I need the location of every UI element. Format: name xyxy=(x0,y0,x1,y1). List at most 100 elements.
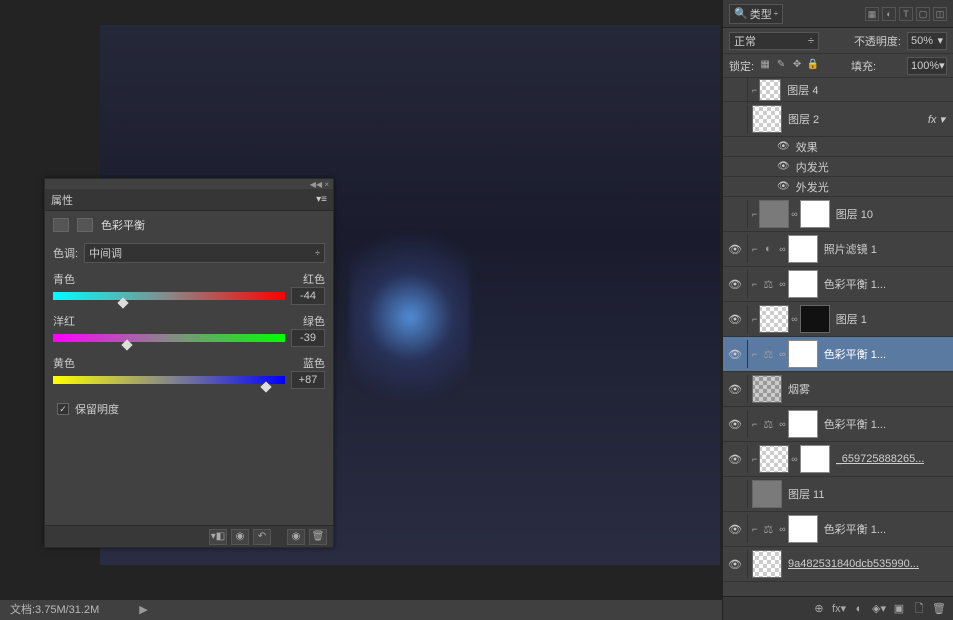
layer-name[interactable]: 色彩平衡 1... xyxy=(824,521,886,537)
slider-handle-2[interactable] xyxy=(122,339,133,350)
visibility-toggle[interactable]: 👁 xyxy=(725,348,745,361)
visibility-toggle[interactable]: 👁 xyxy=(725,313,745,326)
layer-thumb[interactable] xyxy=(752,105,782,133)
layer-row[interactable]: 👁⌐⚖∞色彩平衡 1... xyxy=(723,512,953,547)
visibility-toggle[interactable]: 👁 xyxy=(725,278,745,291)
layer-name[interactable]: 图层 1 xyxy=(836,311,867,327)
layer-row[interactable]: 👁⌐⚖∞色彩平衡 1... xyxy=(723,267,953,302)
layer-name[interactable]: 9a482531840dcb535990... xyxy=(788,558,919,570)
layer-mask-thumb[interactable] xyxy=(788,235,818,263)
tone-select[interactable]: 中间调 ÷ xyxy=(84,243,325,263)
layer-name[interactable]: 烟雾 xyxy=(788,381,810,397)
visibility-toggle[interactable]: 👁 xyxy=(725,383,745,396)
layer-row[interactable]: 👁⌐∞图层 1 xyxy=(723,302,953,337)
fx-line[interactable]: 👁效果 xyxy=(723,137,953,157)
layer-style-icon[interactable]: fx▾ xyxy=(831,601,847,617)
layer-list[interactable]: 👁⌐图层 4👁图层 2fx ▾👁效果👁内发光👁外发光👁⌐∞图层 10👁⌐◐∞照片… xyxy=(723,78,953,596)
slider-track-2[interactable] xyxy=(53,334,285,342)
fx-line[interactable]: 👁外发光 xyxy=(723,177,953,197)
collapse-icon[interactable]: ◀◀ × xyxy=(310,180,329,189)
filter-pixel-icon[interactable]: ▦ xyxy=(865,7,879,21)
slider-track-1[interactable] xyxy=(53,292,285,300)
layer-mask-icon[interactable]: ◐ xyxy=(851,601,867,617)
new-layer-icon[interactable]: 🗋 xyxy=(911,601,927,617)
visibility-toggle[interactable]: 👁 xyxy=(725,208,745,221)
layer-name[interactable]: 照片滤镜 1 xyxy=(824,241,877,257)
layer-name[interactable]: 图层 11 xyxy=(788,486,824,502)
filter-type-select[interactable]: 🔍 类型 ÷ xyxy=(729,4,783,24)
layer-row[interactable]: 👁图层 2fx ▾ xyxy=(723,102,953,137)
visibility-toggle[interactable]: 👁 xyxy=(725,523,745,536)
layer-row[interactable]: 👁 烟雾 xyxy=(723,372,953,407)
opacity-input[interactable]: 50% ▾ xyxy=(907,32,947,50)
visibility-toggle[interactable]: 👁 xyxy=(725,558,745,571)
toggle-visibility-icon[interactable]: ◉ xyxy=(287,529,305,545)
filter-type-icon[interactable]: T xyxy=(899,7,913,21)
layer-mask-thumb[interactable] xyxy=(800,305,830,333)
blend-mode-select[interactable]: 正常 ÷ xyxy=(729,32,819,50)
mask-icon[interactable] xyxy=(77,218,93,232)
layer-row[interactable]: 👁⌐图层 4 xyxy=(723,78,953,102)
layer-row[interactable]: 👁⌐◐∞照片滤镜 1 xyxy=(723,232,953,267)
layer-row[interactable]: 👁⌐∞图层 10 xyxy=(723,197,953,232)
layer-row[interactable]: 👁⌐∞_659725888265... xyxy=(723,442,953,477)
visibility-toggle[interactable]: 👁 xyxy=(725,83,745,96)
filter-shape-icon[interactable]: ▢ xyxy=(916,7,930,21)
filter-adjust-icon[interactable]: ◐ xyxy=(882,7,896,21)
visibility-toggle[interactable]: 👁 xyxy=(725,418,745,431)
layer-name[interactable]: 图层 4 xyxy=(787,82,818,98)
adjustment-icon[interactable] xyxy=(53,218,69,232)
status-arrow[interactable]: ▶ xyxy=(139,600,147,620)
visibility-icon[interactable]: 👁 xyxy=(777,161,790,172)
layer-thumb[interactable] xyxy=(752,375,782,403)
slider-track-3[interactable] xyxy=(53,376,285,384)
layer-row[interactable]: 👁图层 11 xyxy=(723,477,953,512)
layer-name[interactable]: 色彩平衡 1... xyxy=(824,276,886,292)
delete-icon[interactable]: 🗑 xyxy=(309,529,327,545)
reset-icon[interactable]: ↶ xyxy=(253,529,271,545)
group-icon[interactable]: ▣ xyxy=(891,601,907,617)
visibility-toggle[interactable]: 👁 xyxy=(725,453,745,466)
layer-thumb[interactable] xyxy=(759,445,789,473)
layer-name[interactable]: 图层 2 xyxy=(788,111,819,127)
slider-value-2[interactable]: -39 xyxy=(291,329,325,347)
link-layers-icon[interactable]: ⊕ xyxy=(811,601,827,617)
layer-thumb[interactable] xyxy=(759,305,789,333)
visibility-icon[interactable]: 👁 xyxy=(777,181,790,192)
lock-paint-icon[interactable]: ✎ xyxy=(774,59,788,73)
fx-line[interactable]: 👁内发光 xyxy=(723,157,953,177)
layer-mask-thumb[interactable] xyxy=(788,515,818,543)
lock-position-icon[interactable]: ✥ xyxy=(790,59,804,73)
preserve-checkbox[interactable]: ✓ xyxy=(57,403,69,415)
layer-mask-thumb[interactable] xyxy=(788,340,818,368)
layer-row[interactable]: 👁⌐⚖∞色彩平衡 1... xyxy=(723,407,953,442)
slider-value-3[interactable]: +87 xyxy=(291,371,325,389)
visibility-toggle[interactable]: 👁 xyxy=(725,113,745,126)
trash-icon[interactable]: 🗑 xyxy=(931,601,947,617)
visibility-toggle[interactable]: 👁 xyxy=(725,243,745,256)
layer-row[interactable]: 👁 9a482531840dcb535990... xyxy=(723,547,953,582)
slider-value-1[interactable]: -44 xyxy=(291,287,325,305)
layer-mask-thumb[interactable] xyxy=(800,445,830,473)
visibility-icon[interactable]: 👁 xyxy=(777,141,790,152)
layer-row[interactable]: 👁⌐⚖∞色彩平衡 1... xyxy=(723,337,953,372)
view-prev-icon[interactable]: ◉ xyxy=(231,529,249,545)
layer-name[interactable]: 色彩平衡 1... xyxy=(824,346,886,362)
layer-mask-thumb[interactable] xyxy=(788,410,818,438)
fill-input[interactable]: 100% ▾ xyxy=(907,57,947,75)
slider-handle-3[interactable] xyxy=(261,381,272,392)
panel-menu-icon[interactable]: ▾≡ xyxy=(316,194,327,205)
layer-name[interactable]: 色彩平衡 1... xyxy=(824,416,886,432)
clip-icon[interactable]: ▾◧ xyxy=(209,529,227,545)
lock-transparent-icon[interactable]: ▦ xyxy=(758,59,772,73)
layer-thumb[interactable] xyxy=(752,480,782,508)
layer-mask-thumb[interactable] xyxy=(788,270,818,298)
layer-thumb[interactable] xyxy=(759,79,781,101)
layer-name[interactable]: 图层 10 xyxy=(836,206,873,222)
panel-bar[interactable]: ◀◀ × xyxy=(45,179,333,189)
lock-all-icon[interactable]: 🔒 xyxy=(806,59,820,73)
layer-thumb[interactable] xyxy=(752,550,782,578)
layer-name[interactable]: _659725888265... xyxy=(836,453,925,465)
adjustment-layer-icon[interactable]: ◈▾ xyxy=(871,601,887,617)
layer-mask-thumb[interactable] xyxy=(800,200,830,228)
